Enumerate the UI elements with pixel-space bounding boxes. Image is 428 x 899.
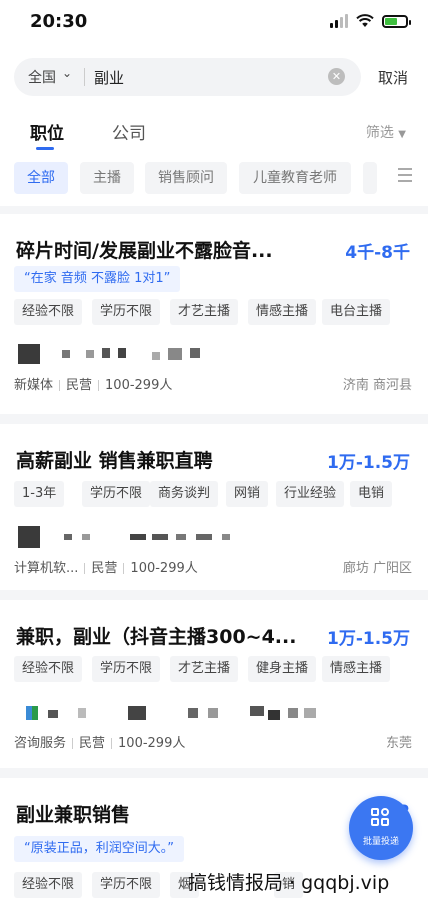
cancel-button[interactable]: 取消 [378,67,408,88]
job-tag: 1-3年 [14,481,65,507]
job-title: 兼职，副业（抖音主播300~4... [16,626,297,648]
job-tag: 学历不限 [92,656,161,682]
city-selector[interactable]: 全国 [28,67,56,87]
tab-positions[interactable]: 职位 [30,119,64,144]
company-type: 新媒体 [14,378,54,393]
job-tag: 学历不限 [82,481,151,507]
job-tag: 电销 [350,481,393,507]
clear-icon[interactable]: ✕ [328,68,345,85]
job-tag: 经验不限 [14,299,83,325]
caret-down-icon: ▼ [398,129,406,140]
active-tab-indicator [36,147,54,150]
battery-icon [382,14,411,28]
status-time: 20:30 [30,11,88,32]
watermark-text: 搞钱情报局 · gqqbj.vip [188,872,390,894]
chip-sales-advisor[interactable]: 销售顾问 [145,162,227,194]
redacted-company-name [18,344,218,364]
status-bar: 20:30 [0,0,428,44]
job-tag: 行业经验 [276,481,345,507]
job-tag: 商务谈判 [150,481,219,507]
search-box[interactable]: 全国 ⌄ ✕ [14,58,361,96]
status-icons [330,14,411,28]
job-title: 碎片时间/发展副业不露脸音... [16,240,273,262]
chip-anchor[interactable]: 主播 [80,162,134,194]
grid-icon [371,808,391,828]
signal-icon [330,14,348,28]
filter-button[interactable]: 筛选 ▼ [366,122,406,142]
chip-overflow[interactable] [363,162,377,194]
company-info: 新媒体 民营 100-299人 [14,374,172,393]
job-salary: 1万-1.5万 [327,629,410,649]
company-ownership: 民营 [66,378,93,393]
job-tag: 网销 [226,481,269,507]
company-info: 计算机软... 民营 100-299人 [14,557,198,576]
batch-apply-label: 批量投递 [362,837,399,847]
job-tag: 健身主播 [248,656,317,682]
company-ownership: 民营 [79,736,106,751]
company-info: 咨询服务 民营 100-299人 [14,732,185,751]
job-title: 副业兼职销售 [16,804,131,826]
redacted-company-name [18,704,328,724]
job-card[interactable]: 高薪副业 销售兼职直聘 1万-1.5万 1-3年 学历不限 商务谈判 网销 行业… [0,424,428,590]
job-tag: 电台主播 [322,299,391,325]
job-tag: 经验不限 [14,872,83,898]
company-size: 100-299人 [130,561,198,576]
job-location: 济南 商河县 [342,378,412,393]
job-tag: 才艺主播 [170,656,239,682]
redacted-company-name [18,526,238,548]
job-tag: 学历不限 [92,299,161,325]
search-header: 全国 ⌄ ✕ 取消 职位 公司 筛选 ▼ 全部 主播 销售顾问 儿童教育老师 [0,44,428,206]
batch-apply-button[interactable]: 批量投递 [349,796,413,860]
wifi-icon [356,14,374,27]
search-divider [84,68,85,86]
company-ownership: 民营 [91,561,118,576]
filter-label: 筛选 [365,125,394,141]
job-tag: 情感主播 [322,656,391,682]
job-highlight: “在家 音频 不露脸 1对1” [14,266,181,292]
menu-icon[interactable] [398,168,412,186]
chip-child-teacher[interactable]: 儿童教育老师 [239,162,351,194]
chevron-down-icon[interactable]: ⌄ [62,66,72,80]
job-salary: 1万-1.5万 [327,453,410,473]
job-card[interactable]: 碎片时间/发展副业不露脸音... 4千-8千 “在家 音频 不露脸 1对1” 经… [0,214,428,414]
job-tag: 经验不限 [14,656,83,682]
job-salary: 4千-8千 [345,243,410,263]
job-tag: 学历不限 [92,872,161,898]
job-title: 高薪副业 销售兼职直聘 [16,450,213,472]
company-size: 100-299人 [105,378,173,393]
company-type: 计算机软... [14,561,79,576]
tab-companies[interactable]: 公司 [112,119,146,144]
search-input[interactable] [94,66,324,88]
job-tag: 情感主播 [248,299,317,325]
company-type: 咨询服务 [14,736,67,751]
company-size: 100-299人 [118,736,186,751]
job-card[interactable]: 兼职，副业（抖音主播300~4... 1万-1.5万 经验不限 学历不限 才艺主… [0,600,428,768]
job-location: 廊坊 广阳区 [342,561,412,576]
chip-all[interactable]: 全部 [14,162,68,194]
job-location: 东莞 [385,736,412,751]
job-highlight: “原装正品，利润空间大。” [14,836,184,862]
job-tag: 才艺主播 [170,299,239,325]
